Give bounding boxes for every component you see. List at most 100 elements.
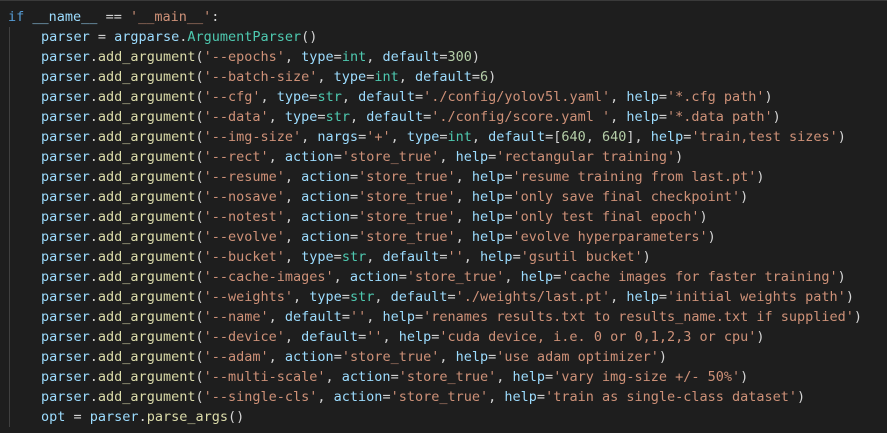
- code-token-op: (: [195, 169, 204, 185]
- code-token-ident: opt: [41, 409, 66, 425]
- code-token-op: =: [545, 369, 554, 385]
- code-token-ident: parser: [41, 109, 90, 125]
- code-line[interactable]: parser.add_argument('--multi-scale', act…: [0, 367, 887, 387]
- code-token-param: type: [301, 49, 334, 65]
- code-token-string: 'store_true': [358, 229, 456, 245]
- code-token-func: add_argument: [97, 289, 196, 305]
- code-token-string: './config/yolov5l.yaml': [423, 89, 611, 105]
- code-line[interactable]: parser.add_argument('--name', default=''…: [0, 307, 887, 327]
- code-token-op: .: [89, 169, 98, 185]
- code-token-string: '--data': [203, 109, 269, 125]
- code-line-text: parser.add_argument('--multi-scale', act…: [41, 367, 748, 387]
- code-token-func: add_argument: [97, 309, 196, 325]
- code-token-ident: parser: [41, 189, 90, 205]
- code-token-op: ,: [471, 129, 489, 145]
- code-token-ident: parser: [41, 229, 90, 245]
- code-token-string: '--img-size': [203, 129, 302, 145]
- code-token-op: ],: [626, 129, 651, 145]
- code-line[interactable]: parser.add_argument('--img-size', nargs=…: [0, 127, 887, 147]
- code-token-op: ): [845, 289, 854, 305]
- code-token-class: int: [374, 69, 399, 85]
- code-token-op: ,: [382, 329, 399, 345]
- code-line[interactable]: parser.add_argument('--single-cls', acti…: [0, 387, 887, 407]
- code-token-string: '--single-cls': [203, 389, 318, 405]
- code-token-param: default: [358, 89, 415, 105]
- code-line-text: parser.add_argument('--cfg', type = str, d…: [41, 87, 773, 107]
- code-line[interactable]: parser.add_argument('--nosave', action='…: [0, 187, 887, 207]
- code-line[interactable]: parser.add_argument('--cfg', type = str, d…: [0, 87, 887, 107]
- code-token-param: action: [301, 189, 350, 205]
- indent-guide: [9, 27, 10, 47]
- code-token-string: 'store_true': [390, 389, 489, 405]
- code-token-op: (: [195, 309, 204, 325]
- code-token-string: '': [447, 249, 464, 265]
- code-line-text: parser.add_argument('--evolve', action='…: [41, 227, 716, 247]
- code-token-op: .: [89, 109, 98, 125]
- code-token-op: =: [415, 89, 424, 105]
- code-token-ident: parser: [89, 409, 139, 425]
- code-token-op: .: [89, 149, 98, 165]
- code-token-op: =: [333, 249, 342, 265]
- code-token-param: help: [480, 249, 513, 265]
- code-line[interactable]: parser.add_argument('--adam', action='st…: [0, 347, 887, 367]
- code-token-string: 'store_true': [406, 269, 505, 285]
- code-token-op: ,: [374, 289, 391, 305]
- code-token-op: =: [349, 229, 359, 245]
- code-token-string: '--epochs': [203, 49, 285, 65]
- code-token-string: '*.cfg path': [667, 89, 765, 105]
- code-token-op: =: [358, 129, 367, 145]
- code-line[interactable]: parser.add_argument('--resume', action='…: [0, 167, 887, 187]
- code-token-op: (: [195, 69, 204, 85]
- indent-guide: [9, 327, 10, 347]
- code-line[interactable]: parser.add_argument('--notest', action='…: [0, 207, 887, 227]
- code-line[interactable]: parser.add_argument('--bucket', type=str…: [0, 247, 887, 267]
- code-token-ident: parser: [41, 49, 90, 65]
- code-token-op: ,: [610, 109, 627, 125]
- code-line[interactable]: if __name__ == '__main__':: [0, 7, 887, 27]
- code-token-op: .: [89, 349, 98, 365]
- code-editor[interactable]: if __name__ == '__main__': parser = argpa…: [0, 0, 887, 433]
- code-token-op: ,: [439, 149, 456, 165]
- code-token-param: type: [333, 69, 367, 85]
- code-line-text: parser.add_argument('--rect', action='st…: [41, 147, 683, 167]
- code-token-op: (): [227, 409, 245, 425]
- code-line[interactable]: parser.add_argument('--weights', type=st…: [0, 287, 887, 307]
- code-token-ident: __name__: [32, 9, 98, 25]
- code-token-ident: parser: [41, 69, 90, 85]
- code-token-string: '*.data path': [667, 109, 773, 125]
- code-token-param: action: [284, 149, 334, 165]
- code-line[interactable]: parser.add_argument('--evolve', action='…: [0, 227, 887, 247]
- indent-guide: [9, 307, 10, 327]
- indent-guide: [9, 347, 10, 367]
- code-line-text: parser.add_argument('--cache-images', ac…: [41, 267, 846, 287]
- indent-guide: [9, 107, 10, 127]
- code-token-op: .: [89, 309, 98, 325]
- code-area[interactable]: if __name__ == '__main__': parser = argpa…: [0, 7, 887, 427]
- code-token-class: int: [447, 129, 472, 145]
- code-token-func: add_argument: [97, 169, 196, 185]
- code-token-string: 'rectangular training': [496, 149, 676, 165]
- code-line-text: opt = parser.parse_args(): [41, 407, 244, 427]
- code-line[interactable]: parser.add_argument('--device', default=…: [0, 327, 887, 347]
- code-line[interactable]: parser.add_argument('--data', type=str, …: [0, 107, 887, 127]
- code-token-op: ,: [284, 169, 302, 185]
- code-token-op: ,: [284, 209, 302, 225]
- code-token-string: '--cache-images': [203, 269, 334, 285]
- code-token-ident: parser: [41, 149, 90, 165]
- code-token-ident: parser: [41, 269, 90, 285]
- code-line[interactable]: opt = parser.parse_args(): [0, 407, 887, 427]
- code-token-op: ,: [268, 109, 285, 125]
- code-line[interactable]: parser.add_argument('--epochs', type=int…: [0, 47, 887, 67]
- code-token-op: (: [195, 149, 204, 165]
- code-line[interactable]: parser.add_argument('--rect', action='st…: [0, 147, 887, 167]
- code-token-param: action: [301, 169, 350, 185]
- code-token-param: help: [471, 229, 505, 245]
- code-line[interactable]: parser = argparse.ArgumentParser(): [0, 27, 887, 47]
- code-line[interactable]: parser.add_argument('--batch-size', type…: [0, 67, 887, 87]
- code-token-ident: parser: [41, 369, 90, 385]
- code-token-param: default: [390, 289, 448, 305]
- code-token-op: ,: [455, 169, 472, 185]
- code-token-op: =: [658, 89, 667, 105]
- code-token-ident: parser: [41, 349, 90, 365]
- code-line[interactable]: parser.add_argument('--cache-images', ac…: [0, 267, 887, 287]
